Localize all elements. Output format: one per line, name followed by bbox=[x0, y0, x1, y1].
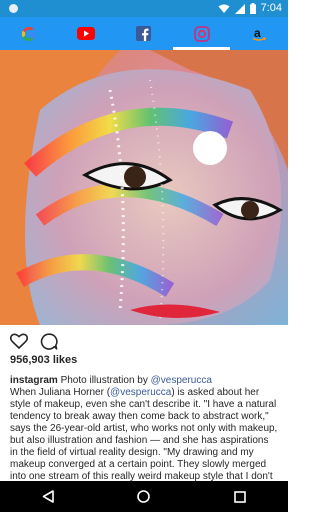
instagram-icon bbox=[193, 25, 210, 42]
comment-icon[interactable] bbox=[40, 333, 58, 350]
tab-youtube[interactable] bbox=[58, 17, 116, 50]
tab-facebook[interactable] bbox=[115, 17, 173, 50]
caption-username[interactable]: instagram bbox=[10, 375, 58, 386]
post-photo[interactable] bbox=[0, 50, 288, 325]
mention-link[interactable]: @vesperucca bbox=[110, 387, 171, 398]
back-icon[interactable] bbox=[42, 490, 54, 503]
home-icon[interactable] bbox=[137, 490, 151, 503]
post-caption: instagram Photo illustration by @vesperu… bbox=[10, 375, 278, 483]
facebook-icon bbox=[136, 26, 152, 41]
mention-link[interactable]: @vesperucca bbox=[151, 375, 212, 386]
battery-icon bbox=[249, 3, 256, 14]
svg-text:a: a bbox=[254, 26, 261, 40]
caption-text-2: ) is asked about her style of makeup, ev… bbox=[10, 387, 278, 482]
tab-amazon[interactable]: a bbox=[230, 17, 288, 50]
youtube-icon bbox=[77, 27, 96, 40]
like-count: 956,903 likes bbox=[10, 354, 78, 366]
tab-google[interactable] bbox=[0, 17, 58, 50]
system-nav-bar bbox=[0, 481, 288, 512]
signal-icon bbox=[234, 3, 245, 14]
face-paint-illustration bbox=[0, 50, 288, 325]
amazon-icon: a bbox=[252, 26, 267, 41]
recents-icon[interactable] bbox=[234, 490, 246, 503]
caption-intro: Photo illustration by bbox=[60, 375, 151, 386]
notification-dot-icon bbox=[9, 4, 18, 13]
app-tab-bar: a bbox=[0, 17, 288, 50]
heart-icon[interactable] bbox=[10, 333, 28, 349]
status-bar: 7:04 bbox=[0, 0, 288, 17]
clock: 7:04 bbox=[260, 2, 282, 14]
tab-instagram[interactable] bbox=[172, 17, 231, 50]
google-icon bbox=[21, 26, 36, 41]
post-actions bbox=[10, 333, 58, 351]
wifi-icon bbox=[218, 4, 230, 13]
caption-text-1: When Juliana Horner ( bbox=[10, 387, 111, 398]
